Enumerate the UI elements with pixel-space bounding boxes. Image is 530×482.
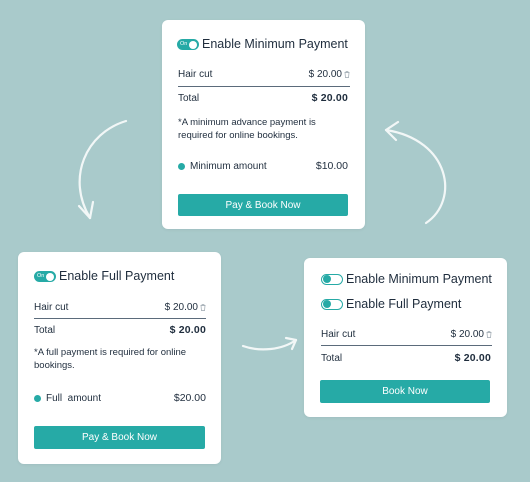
divider: [178, 86, 350, 87]
toggle-on-text: On: [37, 272, 45, 279]
total-row: Total $ 20.00: [321, 352, 491, 364]
pay-and-book-button[interactable]: Pay & Book Now: [34, 426, 205, 449]
payment-note: *A minimum advance payment is required f…: [178, 117, 316, 141]
line-item-name: Hair cut: [34, 302, 69, 313]
total-label: Total: [34, 324, 56, 336]
minimum-payment-toggle-row[interactable]: On Enable Minimum Payment: [177, 37, 348, 51]
full-payment-toggle[interactable]: [321, 298, 343, 310]
minimum-payment-toggle-label: Enable Minimum Payment: [202, 37, 348, 51]
amount-row: Minimum amount $10.00: [178, 160, 348, 172]
full-payment-toggle-row[interactable]: Enable Full Payment: [321, 297, 461, 311]
total-label: Total: [321, 352, 343, 364]
full-payment-toggle-row[interactable]: On Enable Full Payment: [34, 269, 174, 283]
payment-note: *A full payment is required for online b…: [34, 347, 187, 371]
divider: [321, 345, 492, 346]
toggle-knob: [46, 272, 54, 281]
trash-icon[interactable]: [200, 304, 206, 311]
full-payment-toggle-label: Enable Full Payment: [59, 269, 175, 283]
curved-arrow-icon: [384, 120, 447, 225]
line-item-row: Hair cut $ 20.00: [321, 329, 492, 340]
minimum-payment-toggle[interactable]: [321, 273, 343, 285]
minimum-payment-card: On Enable Minimum Payment Hair cut $ 20.…: [162, 20, 365, 229]
amount-label: Full amount: [46, 392, 102, 404]
line-item-price: $ 20.00: [308, 69, 342, 80]
line-item-row: Hair cut $ 20.00: [178, 69, 350, 80]
amount-value: $10.00: [315, 160, 348, 172]
minimum-payment-toggle[interactable]: On: [177, 38, 199, 50]
amount-label: Minimum amount: [190, 160, 267, 172]
line-item-name: Hair cut: [321, 329, 356, 340]
line-item-row: Hair cut $ 20.00: [34, 302, 206, 313]
line-item-name: Hair cut: [178, 69, 213, 80]
toggle-knob: [323, 275, 331, 283]
total-value: $ 20.00: [169, 324, 206, 336]
divider: [34, 318, 206, 319]
amount-dot-icon: [178, 162, 185, 170]
pay-and-book-button[interactable]: Pay & Book Now: [178, 194, 348, 216]
total-value: $ 20.00: [311, 92, 348, 104]
total-value: $ 20.00: [454, 352, 491, 364]
curved-arrow-icon: [77, 119, 128, 220]
toggle-knob: [189, 40, 197, 49]
trash-icon[interactable]: [486, 331, 492, 338]
minimum-payment-toggle-label: Enable Minimum Payment: [346, 272, 492, 286]
toggle-on-text: On: [180, 40, 188, 47]
no-advance-payment-card: Enable Minimum Payment Enable Full Payme…: [304, 258, 507, 417]
line-item-price: $ 20.00: [164, 302, 198, 313]
amount-value: $20.00: [173, 392, 206, 404]
trash-icon[interactable]: [344, 71, 350, 78]
curved-arrow-icon: [241, 336, 298, 351]
full-payment-toggle[interactable]: On: [34, 270, 56, 282]
amount-row: Full amount $20.00: [34, 392, 206, 404]
toggle-knob: [323, 300, 331, 308]
book-now-button[interactable]: Book Now: [320, 380, 490, 403]
total-label: Total: [178, 92, 200, 104]
amount-dot-icon: [34, 394, 41, 402]
minimum-payment-toggle-row[interactable]: Enable Minimum Payment: [321, 272, 492, 286]
total-row: Total $ 20.00: [178, 92, 348, 104]
full-payment-toggle-label: Enable Full Payment: [346, 297, 462, 311]
full-payment-card: On Enable Full Payment Hair cut $ 20.00 …: [18, 252, 221, 464]
total-row: Total $ 20.00: [34, 324, 206, 336]
line-item-price: $ 20.00: [450, 329, 484, 340]
